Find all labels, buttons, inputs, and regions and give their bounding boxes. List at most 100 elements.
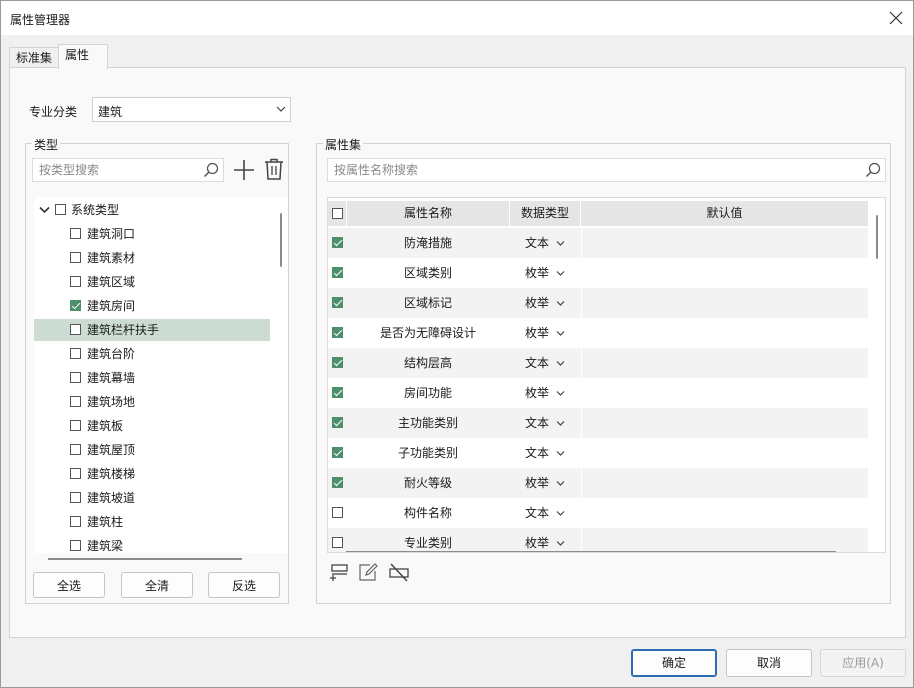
edit-icon[interactable]	[358, 562, 378, 582]
invert-selection-button[interactable]: 反选	[208, 572, 280, 598]
default-value-cell[interactable]	[581, 348, 868, 378]
column-header-default[interactable]: 默认值	[581, 201, 868, 226]
search-icon[interactable]	[203, 162, 219, 178]
attribute-name-cell[interactable]: 耐火等级	[347, 468, 509, 498]
table-row[interactable]: 耐火等级 枚举	[328, 468, 868, 498]
attribute-name-cell[interactable]: 主功能类别	[347, 408, 509, 438]
tree-item[interactable]: 建筑板	[34, 415, 270, 437]
data-type-dropdown[interactable]: 文本	[510, 498, 580, 528]
attribute-name-cell[interactable]: 子功能类别	[347, 438, 509, 468]
default-value-cell[interactable]	[581, 258, 868, 288]
attribute-name-cell[interactable]: 专业类别	[347, 528, 509, 552]
tree-root-node[interactable]: 系统类型	[34, 199, 270, 221]
add-icon[interactable]	[233, 159, 255, 181]
tree-item[interactable]: 建筑栏杆扶手	[34, 319, 270, 341]
trash-icon[interactable]	[264, 158, 284, 180]
tree-item[interactable]: 建筑场地	[34, 391, 270, 413]
tree-item-checkbox[interactable]	[70, 372, 81, 383]
ok-button[interactable]: 确定	[631, 649, 717, 677]
data-type-dropdown[interactable]: 文本	[510, 438, 580, 468]
row-checkbox[interactable]	[332, 537, 343, 548]
table-row[interactable]: 结构层高 文本	[328, 348, 868, 378]
tree-item-checkbox[interactable]	[70, 516, 81, 527]
header-select-all[interactable]	[328, 201, 347, 226]
tree-item-checkbox[interactable]	[70, 324, 81, 335]
row-checkbox[interactable]	[332, 357, 343, 368]
tree-item[interactable]: 建筑台阶	[34, 343, 270, 365]
tree-item[interactable]: 建筑幕墙	[34, 367, 270, 389]
data-type-dropdown[interactable]: 文本	[510, 228, 580, 258]
tree-item[interactable]: 建筑坡道	[34, 487, 270, 509]
hide-field-icon[interactable]	[388, 562, 410, 582]
default-value-cell[interactable]	[581, 318, 868, 348]
clear-all-button[interactable]: 全清	[121, 572, 193, 598]
tree-item-checkbox[interactable]	[70, 252, 81, 263]
tree-item[interactable]: 建筑素材	[34, 247, 270, 269]
row-checkbox[interactable]	[332, 387, 343, 398]
row-checkbox[interactable]	[332, 477, 343, 488]
table-row[interactable]: 构件名称 文本	[328, 498, 868, 528]
attribute-name-cell[interactable]: 结构层高	[347, 348, 509, 378]
chevron-down-icon[interactable]	[39, 206, 50, 214]
tree-item-checkbox[interactable]	[70, 396, 81, 407]
attribute-name-cell[interactable]: 区域类别	[347, 258, 509, 288]
data-type-dropdown[interactable]: 文本	[510, 348, 580, 378]
tree-item[interactable]: 建筑屋顶	[34, 439, 270, 461]
column-header-name[interactable]: 属性名称	[347, 201, 510, 226]
type-tree-hscrollbar-thumb[interactable]	[48, 558, 242, 560]
grid-hscrollbar-thumb[interactable]	[346, 551, 836, 552]
table-row[interactable]: 专业类别 枚举	[328, 528, 868, 552]
tree-item[interactable]: 建筑梁	[34, 535, 270, 553]
header-checkbox[interactable]	[332, 208, 343, 219]
tab-standard-set[interactable]: 标准集	[9, 47, 59, 69]
tree-item-checkbox[interactable]	[70, 228, 81, 239]
table-row[interactable]: 子功能类别 文本	[328, 438, 868, 468]
tree-item-checkbox[interactable]	[70, 492, 81, 503]
tree-item[interactable]: 建筑楼梯	[34, 463, 270, 485]
column-header-type[interactable]: 数据类型	[510, 201, 581, 226]
data-type-dropdown[interactable]: 枚举	[510, 528, 580, 552]
data-type-dropdown[interactable]: 枚举	[510, 378, 580, 408]
apply-button[interactable]: 应用(A)	[820, 649, 906, 677]
tree-item-checkbox[interactable]	[70, 420, 81, 431]
tree-item-checkbox[interactable]	[70, 444, 81, 455]
root-checkbox[interactable]	[55, 204, 66, 215]
tree-item-checkbox[interactable]	[70, 276, 81, 287]
tree-item[interactable]: 建筑洞口	[34, 223, 270, 245]
attribute-name-cell[interactable]: 房间功能	[347, 378, 509, 408]
attribute-name-cell[interactable]: 区域标记	[347, 288, 509, 318]
table-row[interactable]: 区域类别 枚举	[328, 258, 868, 288]
table-row[interactable]: 是否为无障碍设计 枚举	[328, 318, 868, 348]
default-value-cell[interactable]	[581, 468, 868, 498]
tree-item-checkbox[interactable]	[70, 300, 81, 311]
default-value-cell[interactable]	[581, 498, 868, 528]
default-value-cell[interactable]	[581, 438, 868, 468]
specialty-select[interactable]: 建筑	[92, 97, 291, 122]
tab-attributes[interactable]: 属性	[58, 44, 108, 69]
table-row[interactable]: 区域标记 枚举	[328, 288, 868, 318]
row-checkbox[interactable]	[332, 237, 343, 248]
tree-item-checkbox[interactable]	[70, 540, 81, 551]
cancel-button[interactable]: 取消	[726, 649, 812, 677]
row-checkbox[interactable]	[332, 417, 343, 428]
data-type-dropdown[interactable]: 枚举	[510, 468, 580, 498]
default-value-cell[interactable]	[581, 288, 868, 318]
default-value-cell[interactable]	[581, 528, 868, 552]
row-checkbox[interactable]	[332, 507, 343, 518]
tree-item-checkbox[interactable]	[70, 348, 81, 359]
row-checkbox[interactable]	[332, 297, 343, 308]
default-value-cell[interactable]	[581, 378, 868, 408]
attribute-name-cell[interactable]: 防淹措施	[347, 228, 509, 258]
row-checkbox[interactable]	[332, 447, 343, 458]
attribute-search-input[interactable]	[332, 162, 806, 178]
tree-item[interactable]: 建筑柱	[34, 511, 270, 533]
search-icon[interactable]	[865, 162, 881, 178]
default-value-cell[interactable]	[581, 228, 868, 258]
default-value-cell[interactable]	[581, 408, 868, 438]
type-search-input[interactable]	[37, 162, 199, 178]
table-row[interactable]: 防淹措施 文本	[328, 228, 868, 258]
attribute-name-cell[interactable]: 构件名称	[347, 498, 509, 528]
select-all-button[interactable]: 全选	[33, 572, 105, 598]
data-type-dropdown[interactable]: 文本	[510, 408, 580, 438]
table-row[interactable]: 主功能类别 文本	[328, 408, 868, 438]
